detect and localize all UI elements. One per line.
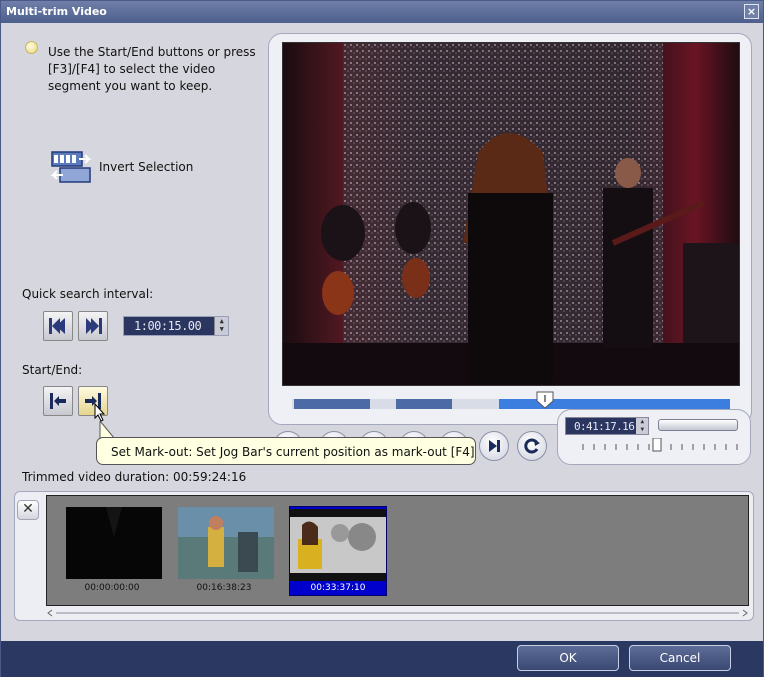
repeat-button[interactable] <box>517 431 547 461</box>
trimmed-duration-label: Trimmed video duration: <box>22 470 170 484</box>
button-bar: OK Cancel <box>1 641 763 677</box>
ok-button[interactable]: OK <box>517 645 619 671</box>
go-to-end-button[interactable] <box>479 431 509 461</box>
invert-selection-label[interactable]: Invert Selection <box>99 160 193 174</box>
search-forward-button[interactable] <box>78 311 108 341</box>
timecode-value: 0:41:17.16 <box>574 420 635 433</box>
fast-forward-icon <box>86 318 102 334</box>
invert-selection-icon[interactable] <box>49 149 93 185</box>
clip-time: 00:00:00:00 <box>84 583 140 593</box>
mark-in-icon <box>50 393 66 409</box>
clip-image <box>178 507 274 579</box>
dialog-window: Multi-trim Video × Use the Start/End but… <box>0 0 764 677</box>
close-button[interactable]: × <box>744 4 759 19</box>
title-bar: Multi-trim Video × <box>1 1 763 23</box>
mouse-cursor-icon <box>94 403 106 422</box>
jog-bar[interactable] <box>292 399 730 409</box>
clip-thumbnail-selected[interactable] <box>290 509 386 581</box>
quick-search-label: Quick search interval: <box>22 287 154 301</box>
clips-scrollbar[interactable] <box>46 607 749 619</box>
jog-handle[interactable] <box>535 390 555 410</box>
search-back-button[interactable] <box>43 311 73 341</box>
video-frame-image <box>283 43 739 385</box>
trimmed-duration-value: 00:59:24:16 <box>173 470 247 484</box>
timecode-field[interactable]: 0:41:17.16 ▲ ▼ <box>565 417 649 435</box>
search-interval-field[interactable]: 1:00:15.00 ▲ ▼ <box>123 316 229 336</box>
shuttle-control[interactable] <box>658 419 738 431</box>
start-end-label: Start/End: <box>22 363 83 377</box>
hint-text: Use the Start/End buttons or press [F3]/… <box>48 45 256 93</box>
spin-control[interactable]: ▲ ▼ <box>214 317 228 335</box>
timecode-spin[interactable]: ▲ ▼ <box>636 418 648 434</box>
clip-thumbnail[interactable] <box>66 507 162 579</box>
clip-image <box>290 509 386 581</box>
clip-thumbnail[interactable] <box>178 507 274 579</box>
lightbulb-icon <box>25 41 38 54</box>
cancel-button[interactable]: Cancel <box>629 645 731 671</box>
zoom-slider[interactable] <box>579 438 739 454</box>
mark-in-button[interactable] <box>43 386 73 416</box>
search-interval-value: 1:00:15.00 <box>134 319 202 333</box>
skip-end-icon <box>489 440 500 452</box>
trim-segment <box>396 399 452 409</box>
clip-time: 00:33:37:10 <box>310 583 366 593</box>
repeat-icon <box>524 438 540 454</box>
window-title: Multi-trim Video <box>6 5 107 18</box>
video-preview <box>282 42 740 386</box>
trim-segment-selected <box>499 399 730 409</box>
tooltip: Set Mark-out: Set Jog Bar's current posi… <box>96 437 476 465</box>
trim-segment <box>294 399 370 409</box>
clip-image <box>66 507 162 579</box>
clip-time: 00:16:38:23 <box>196 583 252 593</box>
rewind-icon <box>49 318 65 334</box>
delete-clip-button[interactable]: ✕ <box>17 500 39 520</box>
